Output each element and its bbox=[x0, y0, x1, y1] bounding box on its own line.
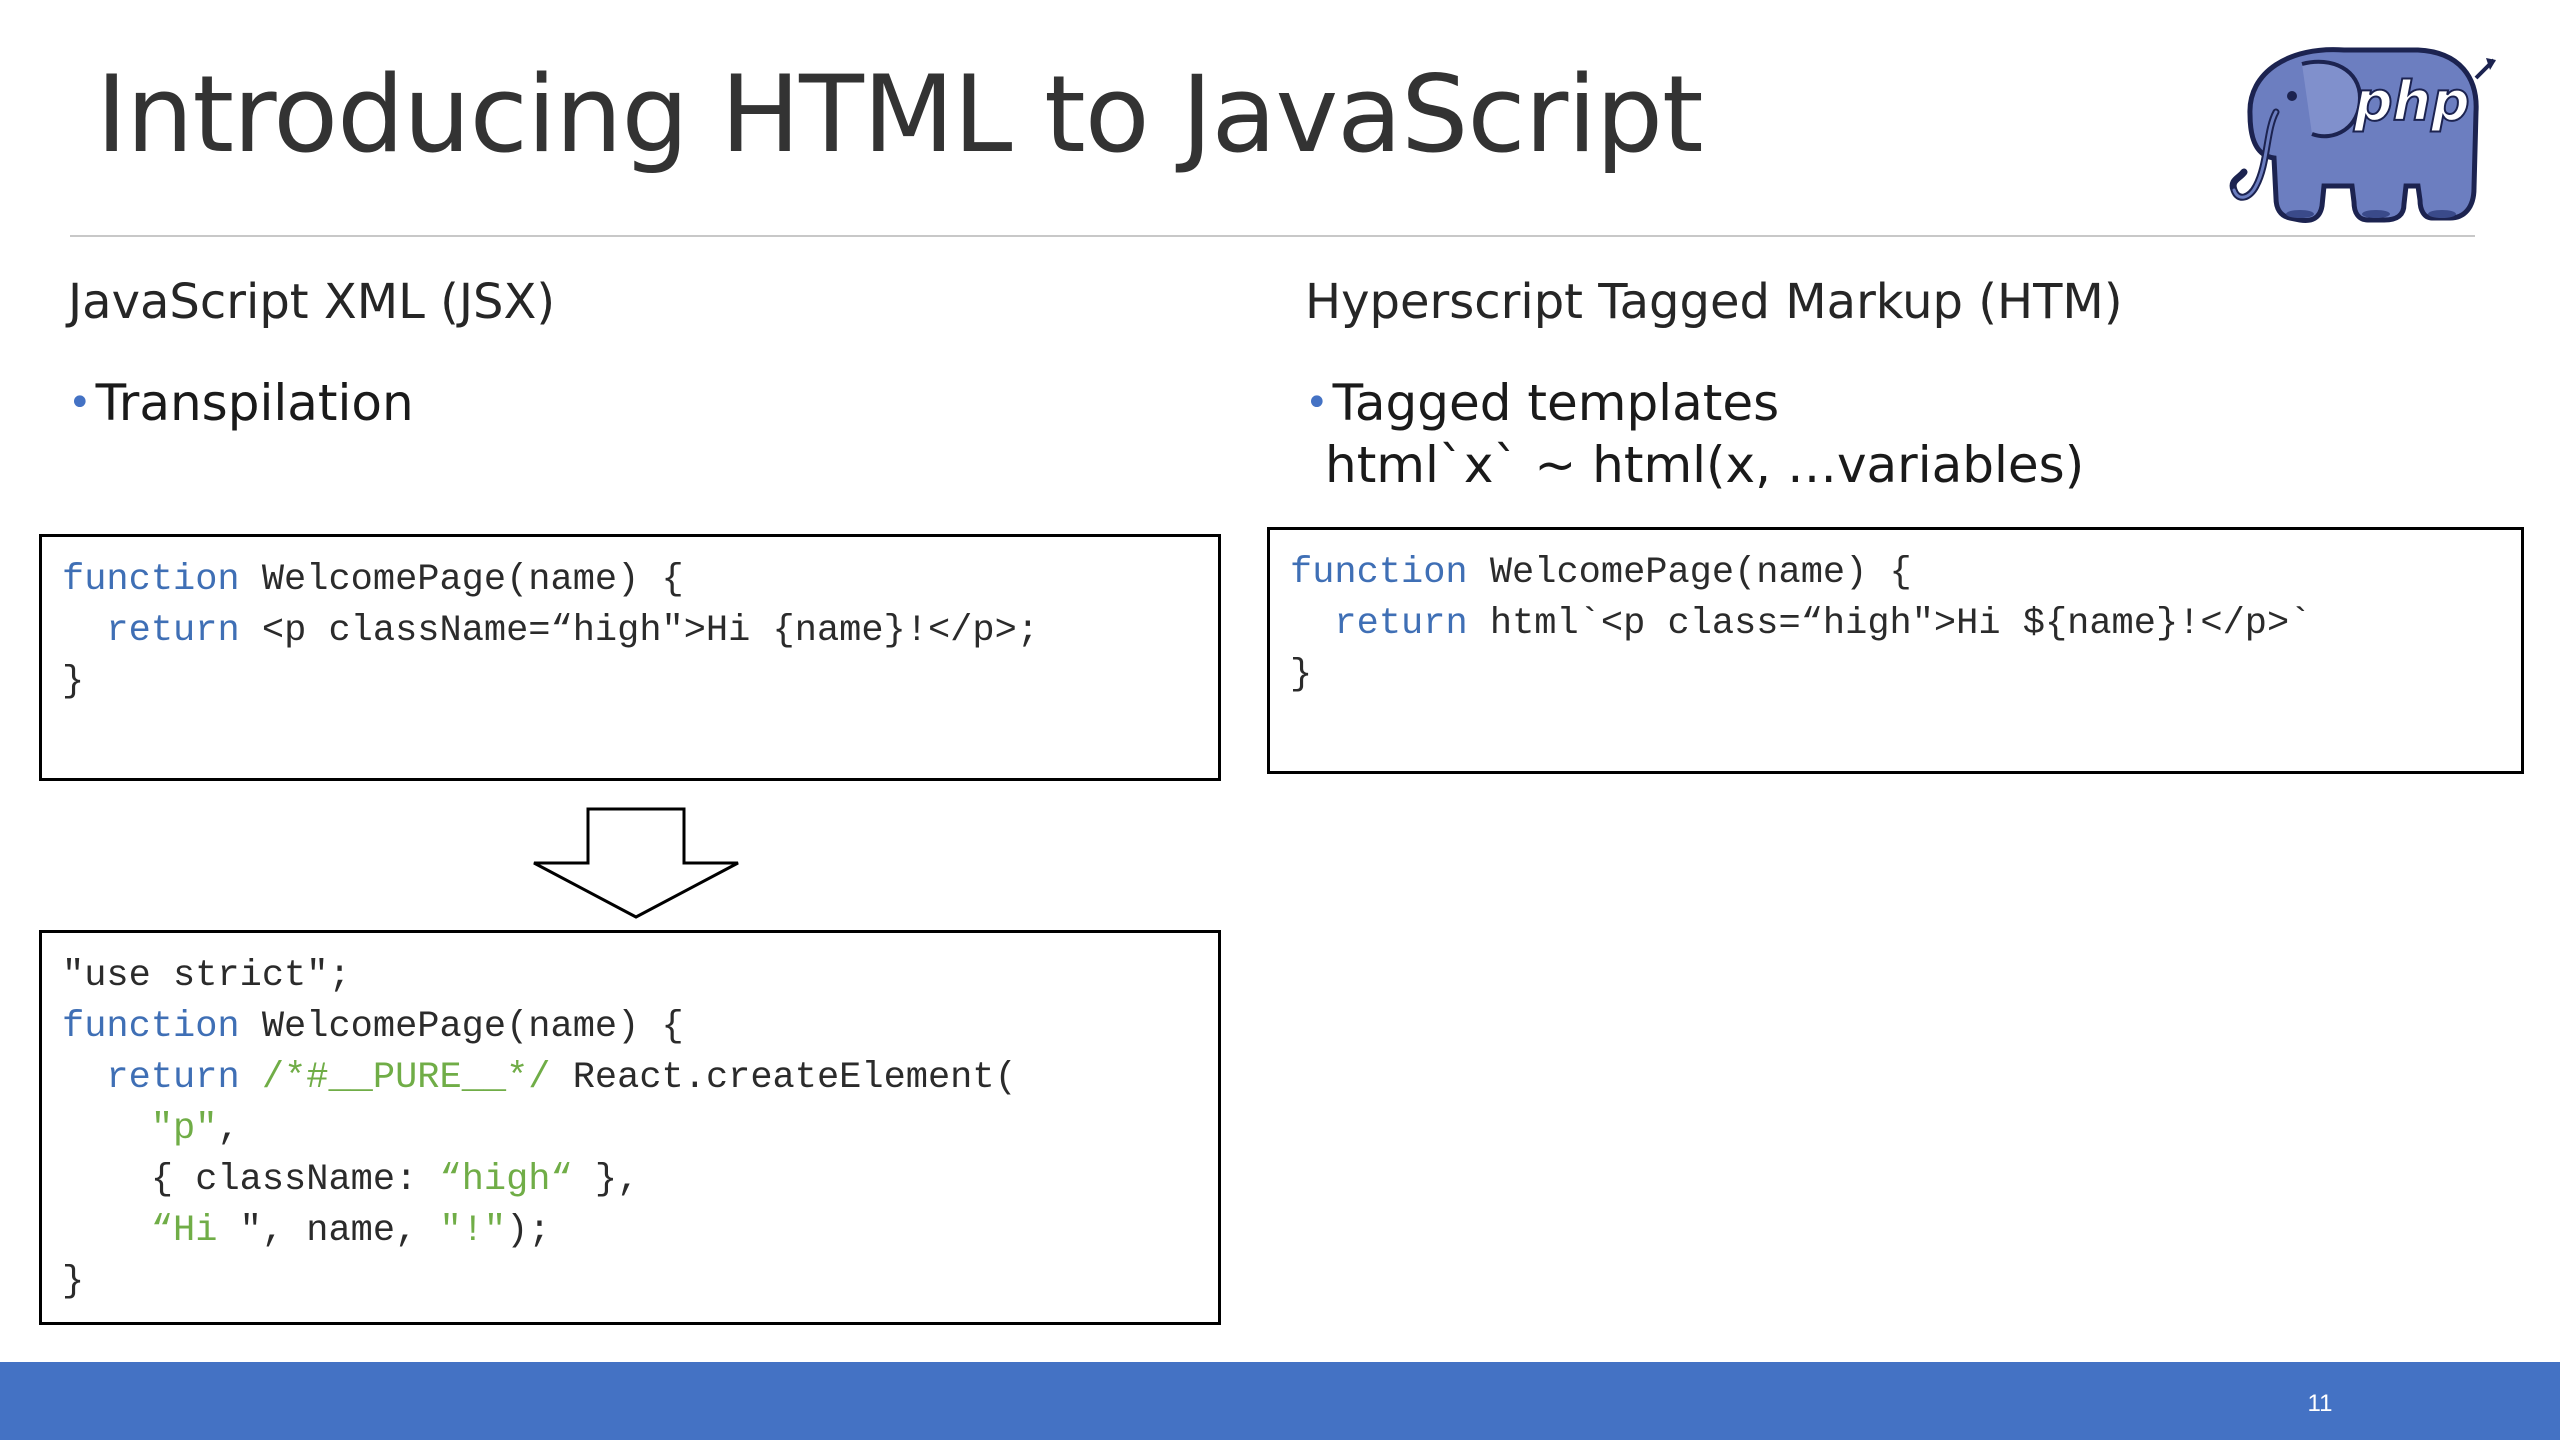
code-line: } bbox=[62, 657, 1218, 708]
code-line: “Hi ", name, "!"); bbox=[62, 1206, 1218, 1257]
code-text: { className: bbox=[150, 1159, 440, 1201]
code-line: function WelcomePage(name) { bbox=[62, 555, 1218, 606]
htm-source-code-box: function WelcomePage(name) { return html… bbox=[1267, 527, 2524, 774]
jsx-heading: JavaScript XML (JSX) bbox=[68, 274, 556, 330]
htm-heading: Hyperscript Tagged Markup (HTM) bbox=[1305, 274, 2123, 330]
code-keyword: return bbox=[106, 610, 240, 652]
code-keyword: function bbox=[1290, 552, 1468, 594]
code-keyword: return bbox=[106, 1057, 240, 1099]
code-line: function WelcomePage(name) { bbox=[62, 1002, 1218, 1053]
code-text: } bbox=[1290, 654, 1313, 696]
code-keyword: return bbox=[1334, 603, 1468, 645]
code-line: return <p className=“high">Hi {name}!</p… bbox=[62, 606, 1218, 657]
transpile-arrow-icon bbox=[533, 807, 739, 919]
code-text: } bbox=[62, 661, 85, 703]
code-line: return html`<p class=“high">Hi ${name}!<… bbox=[1290, 599, 2521, 650]
htm-bullet-subline: html`x` ~ html(x, …variables) bbox=[1325, 436, 2085, 494]
title-divider bbox=[70, 235, 2475, 237]
code-keyword: function bbox=[62, 1006, 240, 1048]
code-text: WelcomePage(name) { bbox=[1467, 552, 1912, 594]
jsx-compiled-code-box: "use strict"; function WelcomePage(name)… bbox=[39, 930, 1221, 1325]
htm-bullet: •Tagged templates bbox=[1305, 372, 1779, 438]
php-logo-text: php bbox=[2353, 70, 2470, 133]
footer-bar bbox=[0, 1362, 2560, 1440]
code-text: WelcomePage(name) { bbox=[239, 1006, 684, 1048]
code-text: <p className=“high">Hi {name}!</p>; bbox=[239, 610, 1039, 652]
code-line: } bbox=[62, 1257, 1218, 1308]
code-text: } bbox=[62, 1261, 85, 1303]
code-text: WelcomePage(name) { bbox=[239, 559, 684, 601]
php-elephant-logo: php bbox=[2229, 47, 2496, 223]
code-text: React.createElement( bbox=[550, 1057, 1017, 1099]
code-string: "p" bbox=[150, 1108, 218, 1150]
code-keyword: function bbox=[62, 559, 240, 601]
code-string: “Hi bbox=[150, 1210, 240, 1252]
code-comment: /*#__PURE__*/ bbox=[239, 1057, 551, 1099]
code-line: "p", bbox=[62, 1104, 1218, 1155]
code-text: html`<p class=“high">Hi ${name}!</p>` bbox=[1467, 603, 2312, 645]
code-line: function WelcomePage(name) { bbox=[1290, 548, 2521, 599]
code-string: "!" bbox=[439, 1210, 507, 1252]
bullet-marker: • bbox=[68, 380, 92, 426]
jsx-source-code-box: function WelcomePage(name) { return <p c… bbox=[39, 534, 1221, 781]
slide-title: Introducing HTML to JavaScript bbox=[96, 53, 1704, 176]
bullet-marker: • bbox=[1305, 380, 1329, 426]
jsx-bullet: •Transpilation bbox=[68, 372, 414, 438]
htm-bullet-text: Tagged templates bbox=[1332, 374, 1780, 432]
code-line: { className: “high“ }, bbox=[62, 1155, 1218, 1206]
code-line: "use strict"; bbox=[62, 951, 1218, 1002]
jsx-bullet-text: Transpilation bbox=[95, 374, 414, 432]
code-line: return /*#__PURE__*/ React.createElement… bbox=[62, 1053, 1218, 1104]
code-line: } bbox=[1290, 650, 2521, 701]
code-text: , bbox=[217, 1108, 240, 1150]
code-text: "use strict"; bbox=[62, 955, 351, 997]
code-text: ); bbox=[506, 1210, 551, 1252]
code-text: ", name, bbox=[239, 1210, 440, 1252]
page-number: 11 bbox=[2307, 1390, 2333, 1417]
code-text: }, bbox=[572, 1159, 640, 1201]
code-string: “high“ bbox=[439, 1159, 573, 1201]
